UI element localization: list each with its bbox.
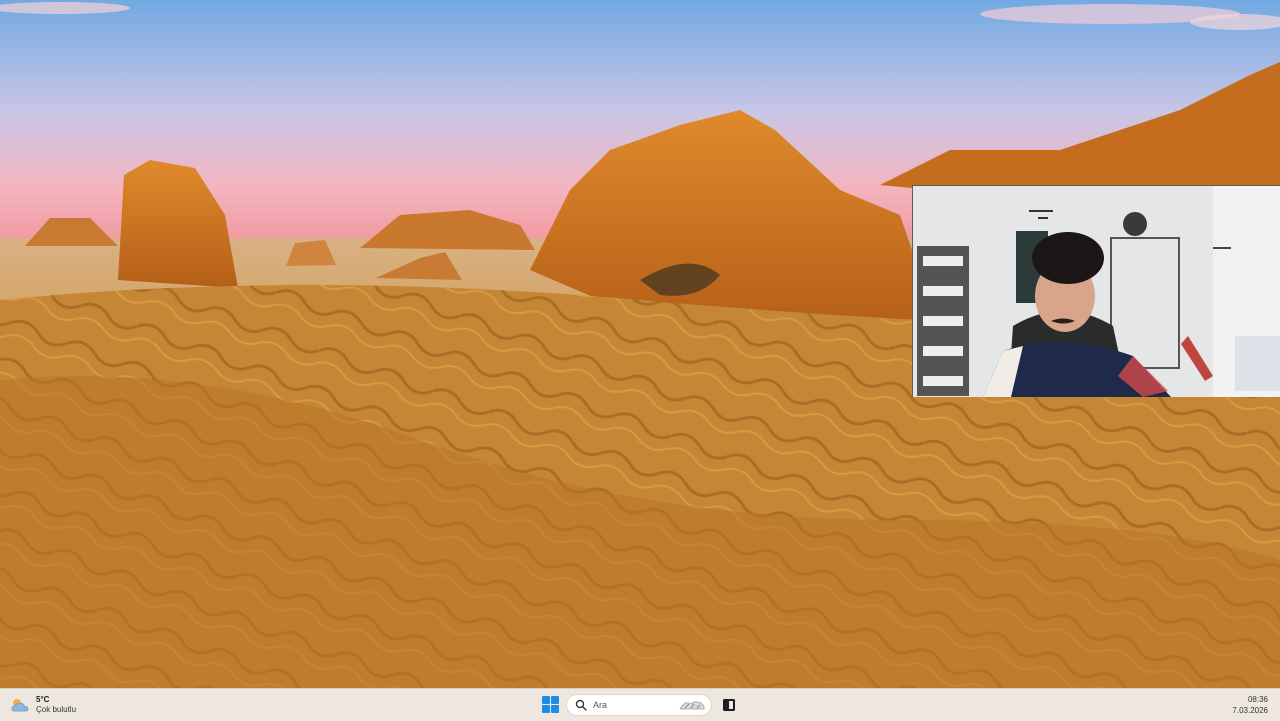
cloud-sun-icon [11,699,29,712]
weather-temperature: 5°C [36,695,50,704]
weather-description: Çok bulutlu [36,705,77,714]
search-placeholder: Ara [593,700,608,710]
clock-date: 7.03.2026 [1232,706,1268,715]
system-clock[interactable]: 08:36 7.03.2026 [1232,694,1268,716]
task-view-button[interactable] [720,695,738,715]
search-highlight-icon [679,701,705,710]
search-icon [575,699,587,711]
clock-time: 08:36 [1247,695,1268,704]
start-tile [551,705,559,713]
windows-start-icon[interactable] [541,695,563,717]
webcam-feed-image [913,186,1280,397]
taskbar: 5°C Çok bulutlu Ara 08:36 7.03.2026 [0,688,1280,721]
start-tile [542,705,550,713]
weather-widget[interactable]: 5°C Çok bulutlu [10,694,76,716]
search-input[interactable]: Ara [566,694,712,716]
webcam-overlay [912,185,1280,397]
start-tile [542,696,550,704]
task-view-icon [723,699,735,711]
desktop-wallpaper [0,0,1280,688]
start-tile [551,696,559,704]
